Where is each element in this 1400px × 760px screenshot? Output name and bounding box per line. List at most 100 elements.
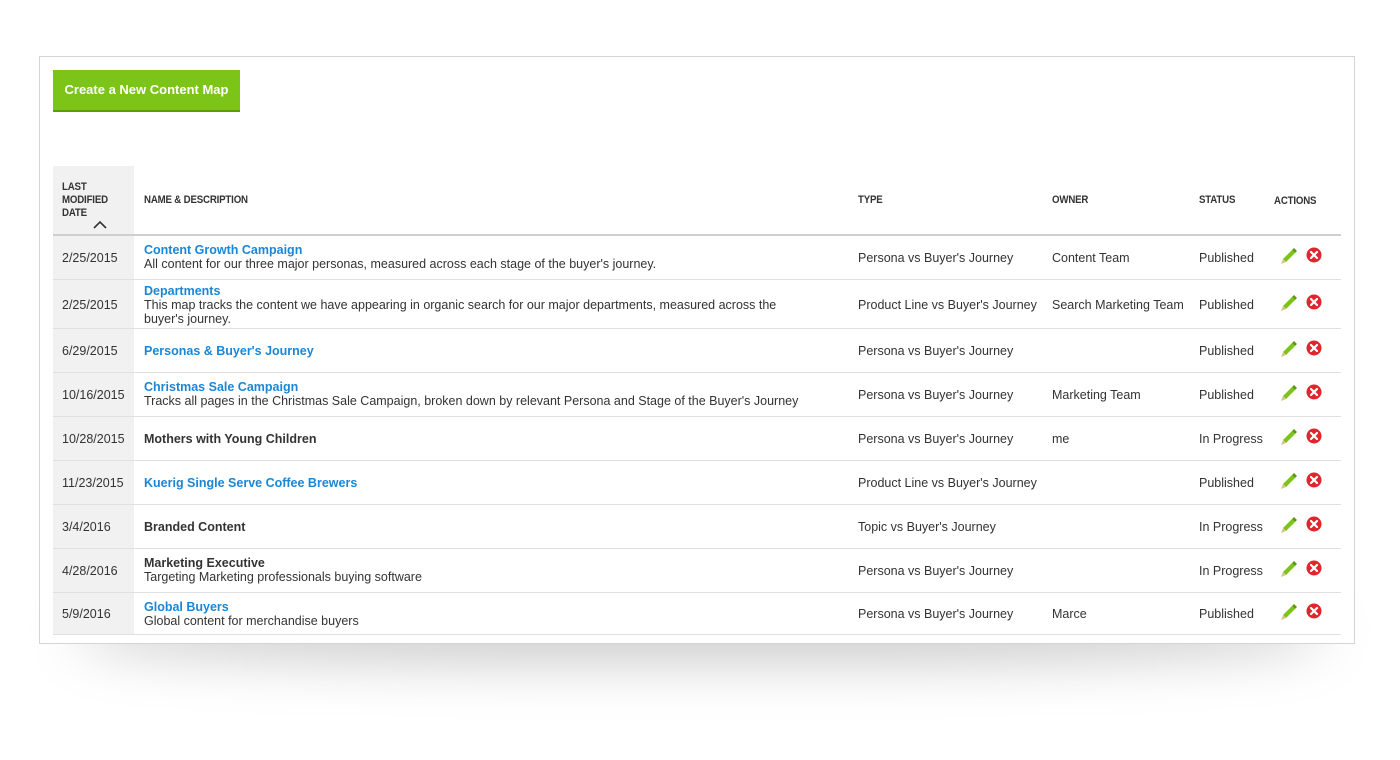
cell-last-modified-date: 10/16/2015 [62, 388, 125, 402]
header-type[interactable]: Type [858, 194, 883, 206]
cell-last-modified-date: 10/28/2015 [62, 432, 125, 446]
row-actions [1279, 559, 1329, 579]
cell-type: Persona vs Buyer's Journey [858, 388, 1014, 402]
cell-last-modified-date: 11/23/2015 [62, 476, 124, 490]
content-map-description: Targeting Marketing professionals buying… [144, 570, 422, 584]
create-content-map-button[interactable]: Create a New Content Map [53, 70, 240, 112]
cell-last-modified-date: 6/29/2015 [62, 344, 118, 358]
table-row[interactable]: 2/25/2015 Departments This map tracks the … [53, 280, 1341, 329]
cell-name-description: Branded Content [144, 520, 804, 534]
cell-status: Published [1199, 251, 1254, 265]
cell-type: Persona vs Buyer's Journey [858, 432, 1014, 446]
header-status[interactable]: Status [1199, 194, 1235, 206]
content-map-description: This map tracks the content we have appe… [144, 298, 777, 326]
row-actions [1279, 471, 1329, 491]
table-row[interactable]: 5/9/2016 Global Buyers Global content for … [53, 593, 1341, 635]
table-row[interactable]: 10/28/2015 Mothers with Young Children Per… [53, 417, 1341, 461]
cell-last-modified-date: 2/25/2015 [62, 251, 118, 265]
pencil-icon[interactable] [1279, 471, 1299, 491]
chevron-up-icon[interactable] [93, 220, 107, 230]
cell-status: Published [1199, 388, 1254, 402]
content-map-description: All content for our three major personas… [144, 257, 657, 271]
table-row[interactable]: 10/16/2015 Christmas Sale Campaign Tracks … [53, 373, 1341, 417]
header-date-line3: Date [62, 207, 87, 219]
delete-circle-icon[interactable] [1306, 384, 1322, 400]
content-map-link[interactable]: Departments [144, 284, 804, 298]
table-body: 2/25/2015 Content Growth Campaign All cont… [53, 236, 1341, 635]
table-row[interactable]: 3/4/2016 Branded Content Topic vs Buyer's … [53, 505, 1341, 549]
cell-type: Product Line vs Buyer's Journey [858, 476, 1037, 490]
delete-circle-icon[interactable] [1306, 428, 1322, 444]
pencil-icon[interactable] [1279, 246, 1299, 266]
row-actions [1279, 383, 1329, 403]
table-row[interactable]: 4/28/2016 Marketing Executive Targeting Ma… [53, 549, 1341, 593]
pencil-icon[interactable] [1279, 293, 1299, 313]
pencil-icon[interactable] [1279, 427, 1299, 447]
table-row[interactable]: 6/29/2015 Personas & Buyer's Journey Perso… [53, 329, 1341, 373]
cell-name-description: Christmas Sale Campaign Tracks all pages … [144, 380, 804, 408]
cell-owner: me [1052, 432, 1070, 446]
cell-type: Persona vs Buyer's Journey [858, 564, 1014, 578]
table-header: Last Modified Date Name & Description Ty… [53, 166, 1341, 236]
table-row[interactable]: 2/25/2015 Content Growth Campaign All cont… [53, 236, 1341, 280]
header-last-modified-date[interactable]: Last Modified Date [62, 181, 124, 220]
cell-owner: Search Marketing Team [1052, 298, 1184, 312]
delete-circle-icon[interactable] [1306, 340, 1322, 356]
content-map-description: Tracks all pages in the Christmas Sale C… [144, 394, 799, 408]
pencil-icon[interactable] [1279, 559, 1299, 579]
cell-status: In Progress [1199, 564, 1263, 578]
content-map-panel: Create a New Content Map Last Modified D… [39, 56, 1355, 644]
delete-circle-icon[interactable] [1306, 247, 1322, 263]
content-map-link[interactable]: Christmas Sale Campaign [144, 380, 804, 394]
cell-type: Persona vs Buyer's Journey [858, 607, 1014, 621]
header-date-line1: Last [62, 181, 87, 193]
row-actions [1279, 427, 1329, 447]
content-map-link[interactable]: Content Growth Campaign [144, 243, 804, 257]
cell-name-description: Departments This map tracks the content w… [144, 284, 804, 326]
header-date-line2: Modified [62, 194, 108, 206]
pencil-icon[interactable] [1279, 339, 1299, 359]
cell-name-description: Personas & Buyer's Journey [144, 344, 804, 358]
cell-status: Published [1199, 476, 1254, 490]
cell-owner: Content Team [1052, 251, 1130, 265]
pencil-icon[interactable] [1279, 602, 1299, 622]
row-actions [1279, 515, 1329, 535]
content-map-name: Branded Content [144, 520, 246, 534]
cell-type: Product Line vs Buyer's Journey [858, 298, 1037, 312]
delete-circle-icon[interactable] [1306, 603, 1322, 619]
cell-last-modified-date: 5/9/2016 [62, 607, 111, 621]
table-row[interactable]: 11/23/2015 Kuerig Single Serve Coffee Bre… [53, 461, 1341, 505]
row-actions [1279, 246, 1329, 266]
cell-last-modified-date: 3/4/2016 [62, 520, 111, 534]
cell-type: Persona vs Buyer's Journey [858, 251, 1014, 265]
content-map-link[interactable]: Kuerig Single Serve Coffee Brewers [144, 476, 804, 490]
header-actions: Actions [1274, 195, 1317, 207]
content-map-description: Global content for merchandise buyers [144, 614, 359, 628]
header-name-description[interactable]: Name & Description [144, 194, 248, 206]
content-map-name: Marketing Executive [144, 556, 265, 570]
content-map-link[interactable]: Personas & Buyer's Journey [144, 344, 804, 358]
pencil-icon[interactable] [1279, 383, 1299, 403]
row-actions [1279, 339, 1329, 359]
delete-circle-icon[interactable] [1306, 294, 1322, 310]
cell-last-modified-date: 4/28/2016 [62, 564, 118, 578]
cell-status: In Progress [1199, 432, 1263, 446]
cell-name-description: Kuerig Single Serve Coffee Brewers [144, 476, 804, 490]
content-map-link[interactable]: Global Buyers [144, 600, 804, 614]
cell-type: Topic vs Buyer's Journey [858, 520, 996, 534]
cell-owner: Marce [1052, 607, 1087, 621]
cell-status: Published [1199, 298, 1254, 312]
row-actions [1279, 602, 1329, 622]
cell-owner: Marketing Team [1052, 388, 1141, 402]
delete-circle-icon[interactable] [1306, 560, 1322, 576]
pencil-icon[interactable] [1279, 515, 1299, 535]
cell-name-description: Marketing Executive Targeting Marketing p… [144, 556, 804, 584]
cell-name-description: Mothers with Young Children [144, 432, 804, 446]
delete-circle-icon[interactable] [1306, 472, 1322, 488]
content-map-name: Mothers with Young Children [144, 432, 317, 446]
cell-status: Published [1199, 344, 1254, 358]
header-owner[interactable]: Owner [1052, 194, 1088, 206]
row-actions [1279, 293, 1329, 313]
cell-name-description: Content Growth Campaign All content for o… [144, 243, 804, 271]
delete-circle-icon[interactable] [1306, 516, 1322, 532]
